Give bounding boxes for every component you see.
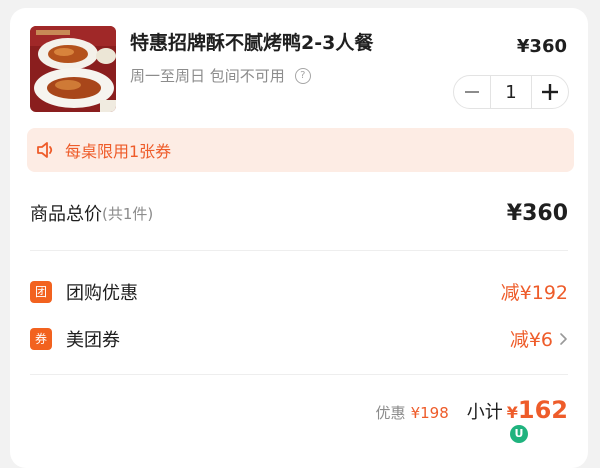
total-row: 商品总价 (共1件) ¥360 [30, 200, 568, 226]
saved-label: 优惠 [375, 404, 406, 422]
speaker-icon [37, 142, 53, 158]
group-buy-tag-icon: 团 [30, 280, 52, 303]
item-count: (共1件) [102, 204, 154, 223]
group-discount-label: 团购优惠 [66, 282, 138, 304]
product-title: 特惠招牌酥不腻烤鸭2-3人餐 [130, 32, 374, 54]
subtotal-currency: ¥ [506, 403, 518, 422]
coupon-value: 减¥6 [509, 329, 553, 351]
total-label: 商品总价 [30, 204, 102, 225]
availability-text: 周一至周日 包间不可用 [130, 67, 285, 85]
product-image[interactable] [30, 26, 116, 112]
subtotal-value: 162 [517, 396, 568, 424]
coupon-label: 美团券 [66, 329, 120, 351]
decrease-button[interactable] [454, 76, 490, 108]
divider [30, 250, 568, 251]
total-price: ¥360 [506, 200, 568, 226]
plus-icon [542, 84, 558, 100]
notice-text: 每桌限用1张券 [65, 142, 172, 161]
saved-value: ¥198 [410, 404, 449, 422]
quantity-value[interactable]: 1 [490, 76, 532, 108]
group-discount-row: 团 团购优惠 减¥192 [30, 278, 568, 305]
order-card: 特惠招牌酥不腻烤鸭2-3人餐 周一至周日 包间不可用 ? ¥360 1 每桌限用… [10, 8, 588, 468]
coupon-row[interactable]: 券 美团券 减¥6 [30, 325, 568, 352]
divider [30, 374, 568, 375]
subtotal-row: 优惠 ¥198 小计 ¥ 162 [376, 396, 568, 424]
quantity-stepper: 1 [453, 75, 569, 109]
availability-row: 周一至周日 包间不可用 ? [130, 65, 311, 86]
floating-badge-icon[interactable]: U [510, 425, 528, 443]
chevron-right-icon [560, 332, 567, 345]
increase-button[interactable] [532, 76, 568, 108]
question-circle-icon[interactable]: ? [294, 67, 311, 84]
group-discount-value: 减¥192 [500, 282, 568, 304]
coupon-tag-icon: 券 [30, 327, 52, 350]
subtotal-label: 小计 [466, 402, 503, 423]
minus-icon [465, 91, 479, 93]
unit-price: ¥360 [516, 36, 567, 57]
coupon-limit-notice: 每桌限用1张券 [27, 128, 574, 172]
